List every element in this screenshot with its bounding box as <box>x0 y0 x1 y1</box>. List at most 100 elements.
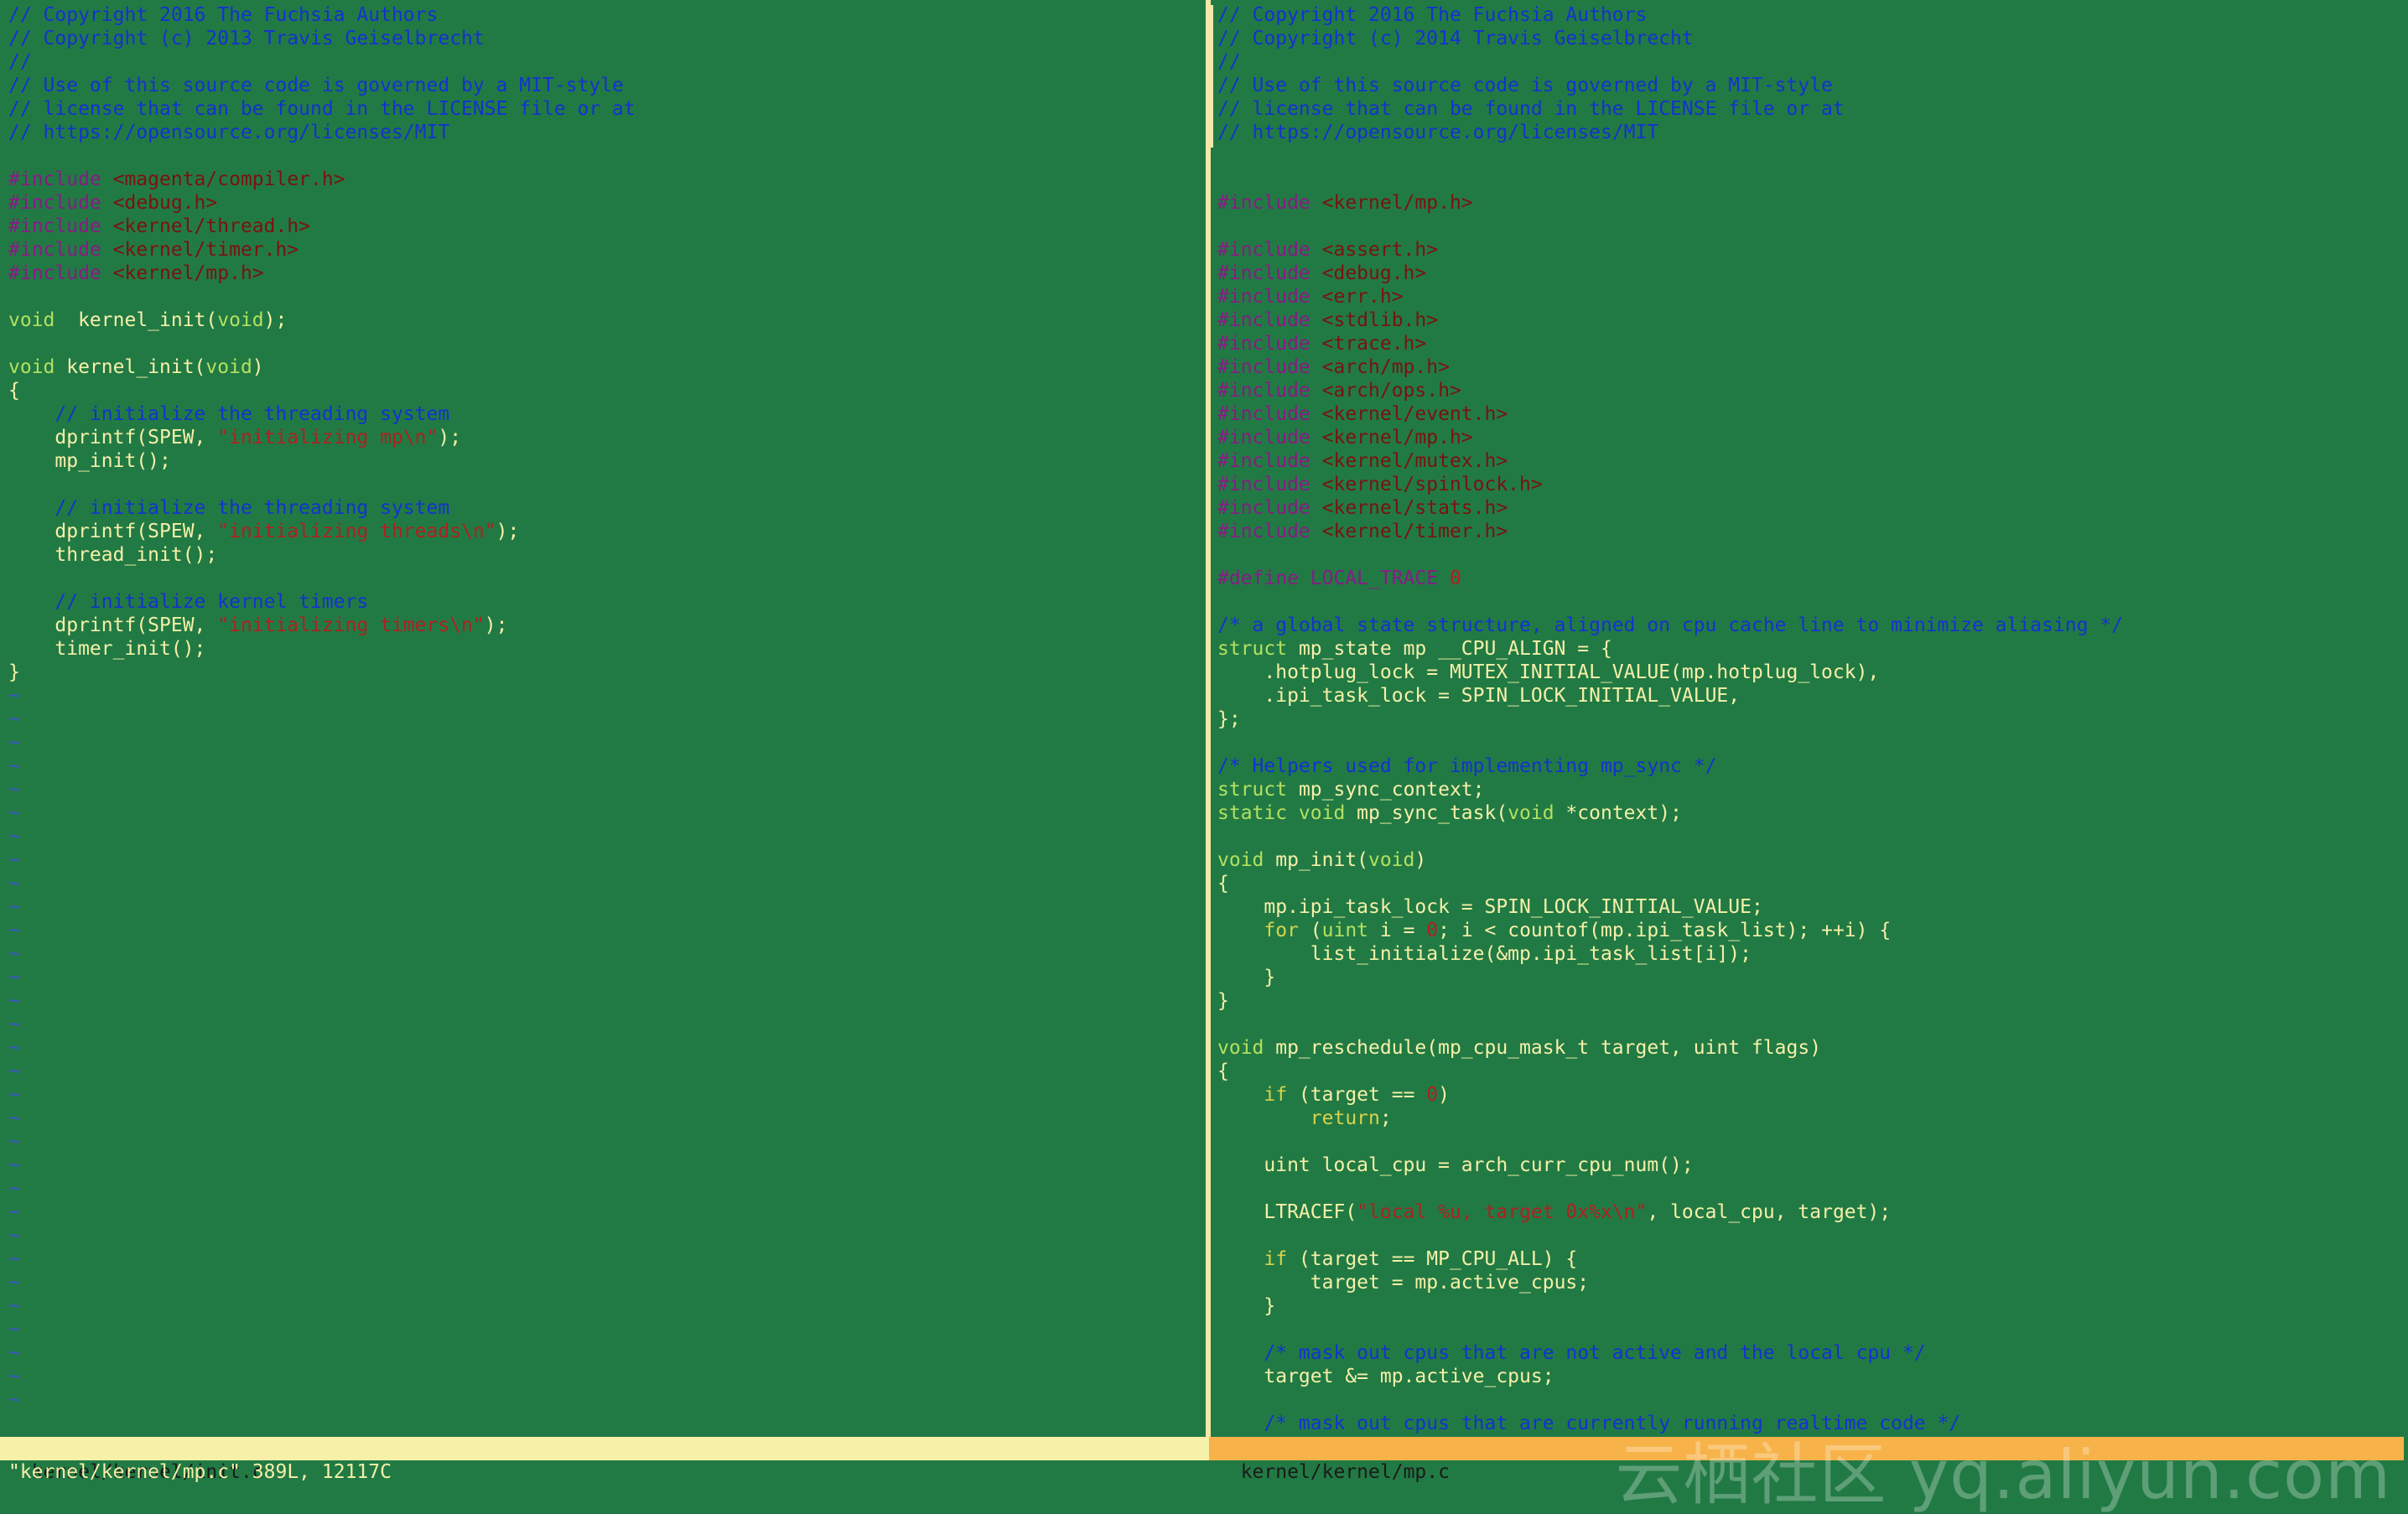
code-token: , local_cpu, target); <box>1647 1201 1892 1223</box>
left-code-line <box>8 567 1199 590</box>
code-token: ); <box>263 309 288 331</box>
right-editor-pane[interactable]: // Copyright 2016 The Fuchsia Authors// … <box>1217 3 2404 1435</box>
command-line[interactable]: "kernel/kernel/mp.c" 389L, 12117C <box>8 1460 392 1484</box>
right-code-line: .hotplug_lock = MUTEX_INITIAL_VALUE(mp.h… <box>1217 661 1880 683</box>
vertical-split-divider[interactable] <box>1202 0 1214 1437</box>
code-token: <kernel/stats.h> <box>1321 497 1508 519</box>
code-token: #include <box>1217 474 1322 495</box>
left-code-line: dprintf(SPEW, "initializing timers\n"); <box>8 614 1199 637</box>
code-token: 0 <box>1426 1084 1439 1106</box>
code-token: #include <box>1217 239 1322 261</box>
left-editor-pane[interactable]: // Copyright 2016 The Fuchsia Authors// … <box>8 3 1199 1435</box>
left-code-line: // initialize the threading system <box>8 402 1199 426</box>
right-code-line: .ipi_task_lock = SPIN_LOCK_INITIAL_VALUE… <box>1217 685 1741 707</box>
code-token: " <box>472 614 485 636</box>
code-token: #include <box>1217 403 1322 425</box>
right-code-line: #define LOCAL_TRACE 0 <box>1217 567 2404 590</box>
code-token: mp_init( <box>1264 849 1369 871</box>
code-token: <arch/ops.h> <box>1321 380 1461 402</box>
code-token: <kernel/mp.h> <box>1321 192 1473 214</box>
empty-buffer-line-marker: ~ <box>8 1201 20 1223</box>
right-code-line: { <box>1217 1060 1229 1082</box>
code-token: void <box>8 309 55 331</box>
right-code-line <box>1217 168 2404 191</box>
code-token: <kernel/timer.h> <box>1321 521 1508 542</box>
empty-buffer-line-marker: ~ <box>8 1107 20 1129</box>
left-code-line: dprintf(SPEW, "initializing threads\n"); <box>8 520 1199 543</box>
code-token: #include <box>1217 521 1322 542</box>
right-code-line: #include <assert.h> <box>1217 238 2404 262</box>
empty-buffer-line-marker: ~ <box>8 1178 20 1200</box>
right-code-line: }; <box>1217 708 1241 730</box>
right-code-line: #include <debug.h> <box>1217 262 2404 285</box>
code-token: /* mask out cpus that are currently runn… <box>1217 1413 1961 1434</box>
empty-buffer-line-marker: ~ <box>8 1319 20 1340</box>
left-code-line: // initialize kernel timers <box>8 590 1199 614</box>
empty-buffer-line-marker: ~ <box>8 708 20 730</box>
code-token: /* Helpers used for implementing mp_sync… <box>1217 755 1717 777</box>
empty-buffer-line-marker: ~ <box>8 779 20 801</box>
left-code-line: #include <kernel/timer.h> <box>8 238 1199 262</box>
code-token: ); <box>484 614 508 636</box>
right-code-line: /* mask out cpus that are currently runn… <box>1217 1412 2404 1435</box>
code-token: <stdlib.h> <box>1321 309 1439 331</box>
code-token: <kernel/mp.h> <box>1321 427 1473 448</box>
code-token: #include <box>1217 380 1322 402</box>
right-code-line: { <box>1217 873 1229 894</box>
empty-buffer-line-marker: ~ <box>8 1060 20 1082</box>
left-code-line: #include <kernel/mp.h> <box>8 262 1199 285</box>
code-token: // initialize the threading system <box>8 403 450 425</box>
right-code-line: mp.ipi_task_lock = SPIN_LOCK_INITIAL_VAL… <box>1217 896 1763 918</box>
code-token: "local <box>1357 1201 1439 1223</box>
left-code-line: mp_init(); <box>8 450 171 472</box>
code-token: mp_state mp __CPU_ALIGN = { <box>1287 638 1612 660</box>
code-token: if <box>1217 1248 1288 1270</box>
code-token: <arch/mp.h> <box>1321 356 1450 378</box>
right-code-line: #include <stdlib.h> <box>1217 309 2404 332</box>
code-token: void <box>1368 849 1415 871</box>
code-token: 0 <box>1449 568 1461 589</box>
code-token: ) <box>252 356 264 378</box>
left-code-line: // https://opensource.org/licenses/MIT <box>8 122 450 143</box>
empty-buffer-line-marker: ~ <box>8 1389 20 1411</box>
empty-buffer-line-marker: ~ <box>8 826 20 848</box>
right-code-line: target &= mp.active_cpus; <box>1217 1366 1554 1387</box>
code-token: \n <box>461 521 485 542</box>
right-code-line <box>1217 731 2404 754</box>
left-code-line <box>8 285 1199 309</box>
right-code-line: void mp_reschedule(mp_cpu_mask_t target,… <box>1217 1036 2404 1060</box>
right-code-line: /* a global state structure, aligned on … <box>1217 614 2404 637</box>
code-token: \n <box>402 427 427 448</box>
left-code-line: { <box>8 380 20 402</box>
right-code-line: #include <kernel/mutex.h> <box>1217 449 2404 473</box>
right-code-line: target = mp.active_cpus; <box>1217 1272 1590 1294</box>
right-code-line: // https://opensource.org/licenses/MIT <box>1217 122 1659 143</box>
code-token: "initializing timers <box>217 614 450 636</box>
code-token: struct <box>1217 779 1288 801</box>
empty-buffer-line-marker: ~ <box>8 967 20 988</box>
right-code-line <box>1217 1013 2404 1036</box>
empty-buffer-line-marker: ~ <box>8 1248 20 1270</box>
empty-buffer-line-marker: ~ <box>8 873 20 894</box>
empty-buffer-line-marker: ~ <box>8 943 20 965</box>
right-code-line <box>1217 1318 2404 1341</box>
empty-buffer-line-marker: ~ <box>8 1342 20 1364</box>
code-token: #include <box>8 192 113 214</box>
empty-buffer-line-marker: ~ <box>8 685 20 707</box>
empty-buffer-line-marker: ~ <box>8 920 20 941</box>
right-code-line: // Copyright (c) 2014 Travis Geiselbrech… <box>1217 28 1694 49</box>
right-code-line: uint local_cpu = arch_curr_cpu_num(); <box>1217 1154 1694 1176</box>
left-code-line: // Copyright (c) 2013 Travis Geiselbrech… <box>8 28 485 49</box>
code-token: #include <box>1217 333 1322 355</box>
diff-fold-column <box>1211 5 1213 148</box>
code-token: " <box>426 427 439 448</box>
code-token: #include <box>1217 286 1322 308</box>
empty-buffer-line-marker: ~ <box>8 1014 20 1035</box>
code-token: *context); <box>1554 802 1682 824</box>
empty-buffer-line-marker: ~ <box>8 802 20 824</box>
empty-buffer-line-marker: ~ <box>8 1154 20 1176</box>
right-code-line <box>1217 1224 2404 1247</box>
code-token: static void <box>1217 802 1346 824</box>
code-token: /* mask out cpus that are not active and… <box>1217 1342 1926 1364</box>
code-token: #include <box>8 239 113 261</box>
